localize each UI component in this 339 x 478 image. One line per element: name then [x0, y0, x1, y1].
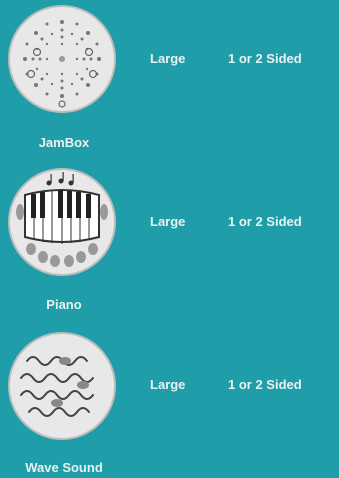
- product-row-jambox: JamBox Large 1 or 2 Sided: [0, 0, 339, 150]
- product-sides: 1 or 2 Sided: [228, 51, 302, 66]
- wave-sound-disc-icon: [7, 331, 117, 441]
- product-name: Piano: [46, 297, 82, 312]
- product-sides: 1 or 2 Sided: [228, 214, 302, 229]
- product-name: Wave Sound: [25, 460, 103, 475]
- product-size: Large: [150, 214, 186, 229]
- product-row-piano: Piano Large 1 or 2 Sided: [0, 163, 339, 313]
- product-name: JamBox: [38, 135, 90, 150]
- piano-disc-icon: [7, 167, 117, 277]
- product-size: Large: [150, 377, 186, 392]
- product-row-wave-sound: Wave Sound Large 1 or 2 Sided: [0, 327, 339, 477]
- product-sides: 1 or 2 Sided: [228, 377, 302, 392]
- jambox-disc-icon: [7, 4, 117, 114]
- product-size: Large: [150, 51, 186, 66]
